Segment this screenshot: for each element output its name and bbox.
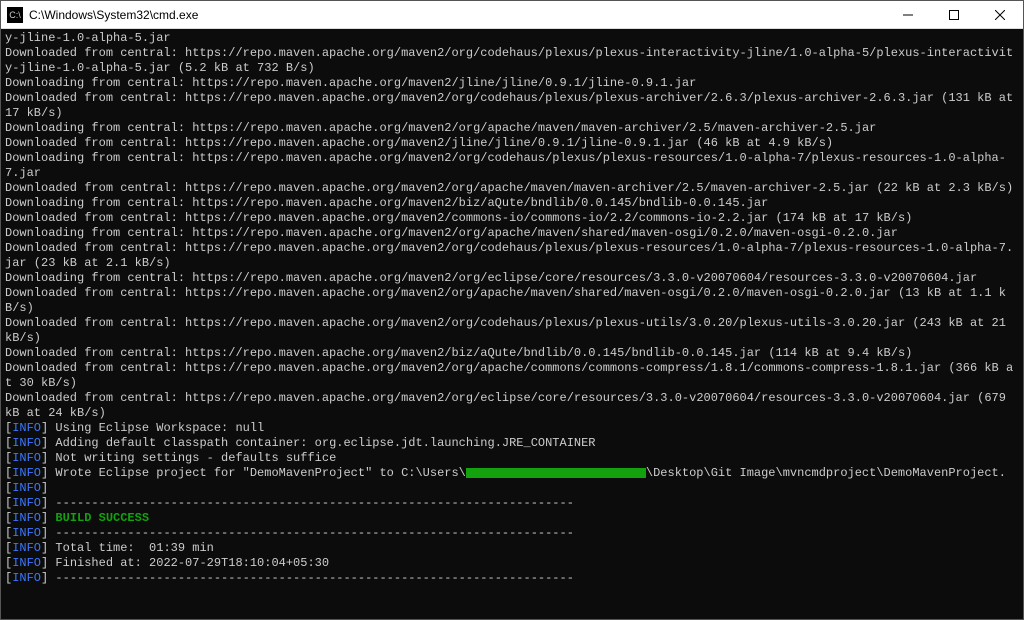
terminal-output[interactable]: y-jline-1.0-alpha-5.jarDownloaded from c… [1, 29, 1023, 619]
titlebar[interactable]: C:\ C:\Windows\System32\cmd.exe [1, 1, 1023, 29]
redacted-username [466, 468, 646, 478]
terminal-line: Downloading from central: https://repo.m… [5, 226, 1019, 241]
terminal-line: Downloaded from central: https://repo.ma… [5, 316, 1019, 346]
close-icon [995, 10, 1005, 20]
cmd-icon: C:\ [7, 7, 23, 23]
maximize-icon [949, 10, 959, 20]
terminal-line: Downloaded from central: https://repo.ma… [5, 181, 1019, 196]
terminal-line: [INFO] Finished at: 2022-07-29T18:10:04+… [5, 556, 1019, 571]
terminal-line: [INFO] ---------------------------------… [5, 526, 1019, 541]
window-title: C:\Windows\System32\cmd.exe [29, 8, 885, 22]
terminal-line: [INFO] Wrote Eclipse project for "DemoMa… [5, 466, 1019, 481]
terminal-line: Downloaded from central: https://repo.ma… [5, 286, 1019, 316]
terminal-line: [INFO] Using Eclipse Workspace: null [5, 421, 1019, 436]
minimize-button[interactable] [885, 1, 931, 28]
terminal-line: Downloaded from central: https://repo.ma… [5, 46, 1019, 76]
terminal-line: Downloading from central: https://repo.m… [5, 271, 1019, 286]
terminal-line: Downloaded from central: https://repo.ma… [5, 211, 1019, 226]
close-button[interactable] [977, 1, 1023, 28]
terminal-line: Downloading from central: https://repo.m… [5, 121, 1019, 136]
terminal-line: Downloading from central: https://repo.m… [5, 151, 1019, 181]
terminal-line: Downloading from central: https://repo.m… [5, 196, 1019, 211]
terminal-line: Downloading from central: https://repo.m… [5, 76, 1019, 91]
maximize-button[interactable] [931, 1, 977, 28]
terminal-line: Downloaded from central: https://repo.ma… [5, 346, 1019, 361]
terminal-line: [INFO] BUILD SUCCESS [5, 511, 1019, 526]
terminal-line: [INFO] ---------------------------------… [5, 571, 1019, 586]
terminal-line: Downloaded from central: https://repo.ma… [5, 136, 1019, 151]
terminal-line: [INFO] Total time: 01:39 min [5, 541, 1019, 556]
terminal-line: [INFO] ---------------------------------… [5, 496, 1019, 511]
minimize-icon [903, 10, 913, 20]
titlebar-controls [885, 1, 1023, 28]
terminal-line: y-jline-1.0-alpha-5.jar [5, 31, 1019, 46]
terminal-line: Downloaded from central: https://repo.ma… [5, 91, 1019, 121]
cmd-window: C:\ C:\Windows\System32\cmd.exe y-jline-… [0, 0, 1024, 620]
terminal-line: Downloaded from central: https://repo.ma… [5, 241, 1019, 271]
terminal-line: Downloaded from central: https://repo.ma… [5, 391, 1019, 421]
terminal-line: [INFO] [5, 481, 1019, 496]
terminal-line: [INFO] Adding default classpath containe… [5, 436, 1019, 451]
terminal-line: Downloaded from central: https://repo.ma… [5, 361, 1019, 391]
terminal-line: [INFO] Not writing settings - defaults s… [5, 451, 1019, 466]
